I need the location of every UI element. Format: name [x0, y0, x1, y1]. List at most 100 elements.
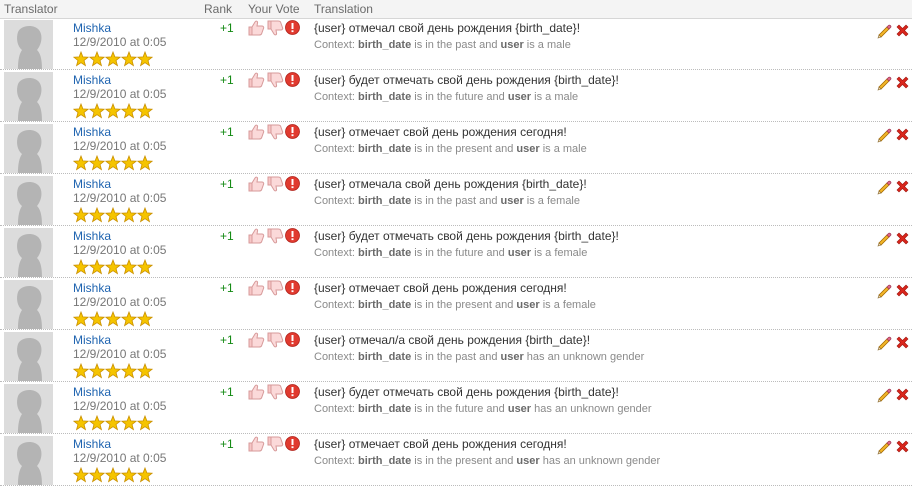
edit-pencil-icon[interactable]: [876, 75, 892, 96]
default-avatar-icon: [4, 176, 53, 225]
translation-context: Context: birth_date is in the present an…: [314, 299, 596, 311]
thumbs-down-icon[interactable]: [266, 20, 284, 41]
delete-x-icon[interactable]: [895, 231, 910, 251]
translation-date: 12/9/2010 at 0:05: [73, 35, 167, 49]
delete-x-icon[interactable]: [895, 335, 910, 355]
translator-name-link[interactable]: Mishka: [73, 177, 111, 191]
translation-date: 12/9/2010 at 0:05: [73, 347, 167, 361]
star-icon: [88, 259, 106, 275]
context-mid: is in the present and: [411, 143, 517, 155]
star-icon: [73, 155, 90, 171]
rank-value: +1: [220, 333, 234, 347]
context-variable: user: [516, 455, 540, 467]
star-icon: [120, 311, 138, 327]
translator-name-link[interactable]: Mishka: [73, 73, 111, 87]
translation-date: 12/9/2010 at 0:05: [73, 399, 167, 413]
translator-name-link[interactable]: Mishka: [73, 281, 111, 295]
context-variable: user: [500, 39, 524, 51]
context-mid: is in the past and: [411, 39, 501, 51]
translation-text: {user} будет отмечать свой день рождения…: [314, 73, 619, 87]
translation-date: 12/9/2010 at 0:05: [73, 451, 167, 465]
delete-x-icon[interactable]: [895, 23, 910, 43]
translation-row: Mishka 12/9/2010 at 0:05 +1 {user} отмеч…: [0, 278, 912, 330]
edit-pencil-icon[interactable]: [876, 127, 892, 148]
delete-x-icon[interactable]: [895, 283, 910, 303]
thumbs-down-icon[interactable]: [266, 436, 284, 457]
thumbs-up-icon[interactable]: [247, 72, 265, 93]
report-flag-icon[interactable]: [285, 72, 300, 92]
report-flag-icon[interactable]: [285, 228, 300, 248]
translator-name-link[interactable]: Mishka: [73, 21, 111, 35]
thumbs-up-icon[interactable]: [247, 20, 265, 41]
report-flag-icon[interactable]: [285, 332, 300, 352]
thumbs-down-icon[interactable]: [266, 228, 284, 249]
thumbs-down-icon[interactable]: [266, 280, 284, 301]
translation-context: Context: birth_date is in the past and u…: [314, 39, 571, 51]
context-variable: birth_date: [358, 403, 412, 415]
translation-date: 12/9/2010 at 0:05: [73, 243, 167, 257]
delete-x-icon[interactable]: [895, 387, 910, 407]
report-flag-icon[interactable]: [285, 384, 300, 404]
context-variable: user: [507, 403, 532, 415]
report-flag-icon[interactable]: [285, 280, 300, 300]
translation-date: 12/9/2010 at 0:05: [73, 191, 167, 205]
thumbs-down-icon[interactable]: [266, 176, 284, 197]
star-icon: [120, 467, 138, 483]
thumbs-up-icon[interactable]: [247, 384, 265, 405]
edit-pencil-icon[interactable]: [876, 231, 892, 252]
thumbs-down-icon[interactable]: [266, 124, 284, 145]
star-icon: [88, 363, 106, 379]
translation-text: {user} отмечал свой день рождения {birth…: [314, 21, 581, 35]
translator-name-link[interactable]: Mishka: [73, 333, 111, 347]
edit-pencil-icon[interactable]: [876, 387, 892, 408]
translator-name-link[interactable]: Mishka: [73, 229, 111, 243]
delete-x-icon[interactable]: [895, 179, 910, 199]
thumbs-down-icon[interactable]: [266, 332, 284, 353]
avatar: [4, 228, 53, 277]
context-prefix: Context:: [314, 195, 359, 207]
thumbs-down-icon[interactable]: [266, 72, 284, 93]
delete-x-icon[interactable]: [895, 75, 910, 95]
star-icon: [88, 51, 106, 67]
translator-name-link[interactable]: Mishka: [73, 125, 111, 139]
default-avatar-icon: [4, 280, 53, 329]
edit-pencil-icon[interactable]: [876, 439, 892, 460]
edit-pencil-icon[interactable]: [876, 283, 892, 304]
translation-context: Context: birth_date is in the past and u…: [314, 351, 644, 363]
thumbs-up-icon[interactable]: [247, 436, 265, 457]
translation-text: {user} отмечает свой день рождения сегод…: [314, 125, 567, 139]
translator-rating: [73, 467, 153, 483]
rank-value: +1: [220, 437, 234, 451]
thumbs-up-icon[interactable]: [247, 228, 265, 249]
delete-x-icon[interactable]: [895, 439, 910, 459]
star-icon: [136, 311, 153, 327]
translation-context: Context: birth_date is in the past and u…: [314, 195, 580, 207]
thumbs-up-icon[interactable]: [247, 124, 265, 145]
translator-rating: [73, 415, 153, 431]
translation-text: {user} отмечает свой день рождения сегод…: [314, 281, 567, 295]
translator-rating: [73, 155, 153, 171]
edit-pencil-icon[interactable]: [876, 23, 892, 44]
context-variable: birth_date: [358, 247, 412, 259]
context-suffix: is a male: [539, 143, 587, 155]
star-icon: [136, 103, 153, 119]
thumbs-down-icon[interactable]: [266, 384, 284, 405]
edit-pencil-icon[interactable]: [876, 335, 892, 356]
translator-name-link[interactable]: Mishka: [73, 437, 111, 451]
translator-name-link[interactable]: Mishka: [73, 385, 111, 399]
report-flag-icon[interactable]: [285, 436, 300, 456]
star-icon: [88, 207, 106, 223]
context-variable: user: [507, 91, 532, 103]
translator-rating: [73, 259, 153, 275]
thumbs-up-icon[interactable]: [247, 176, 265, 197]
report-flag-icon[interactable]: [285, 20, 300, 40]
report-flag-icon[interactable]: [285, 124, 300, 144]
translation-row: Mishka 12/9/2010 at 0:05 +1 {user} будет…: [0, 70, 912, 122]
edit-pencil-icon[interactable]: [876, 179, 892, 200]
thumbs-up-icon[interactable]: [247, 280, 265, 301]
star-icon: [136, 363, 153, 379]
context-mid: is in the present and: [411, 455, 517, 467]
delete-x-icon[interactable]: [895, 127, 910, 147]
thumbs-up-icon[interactable]: [247, 332, 265, 353]
report-flag-icon[interactable]: [285, 176, 300, 196]
